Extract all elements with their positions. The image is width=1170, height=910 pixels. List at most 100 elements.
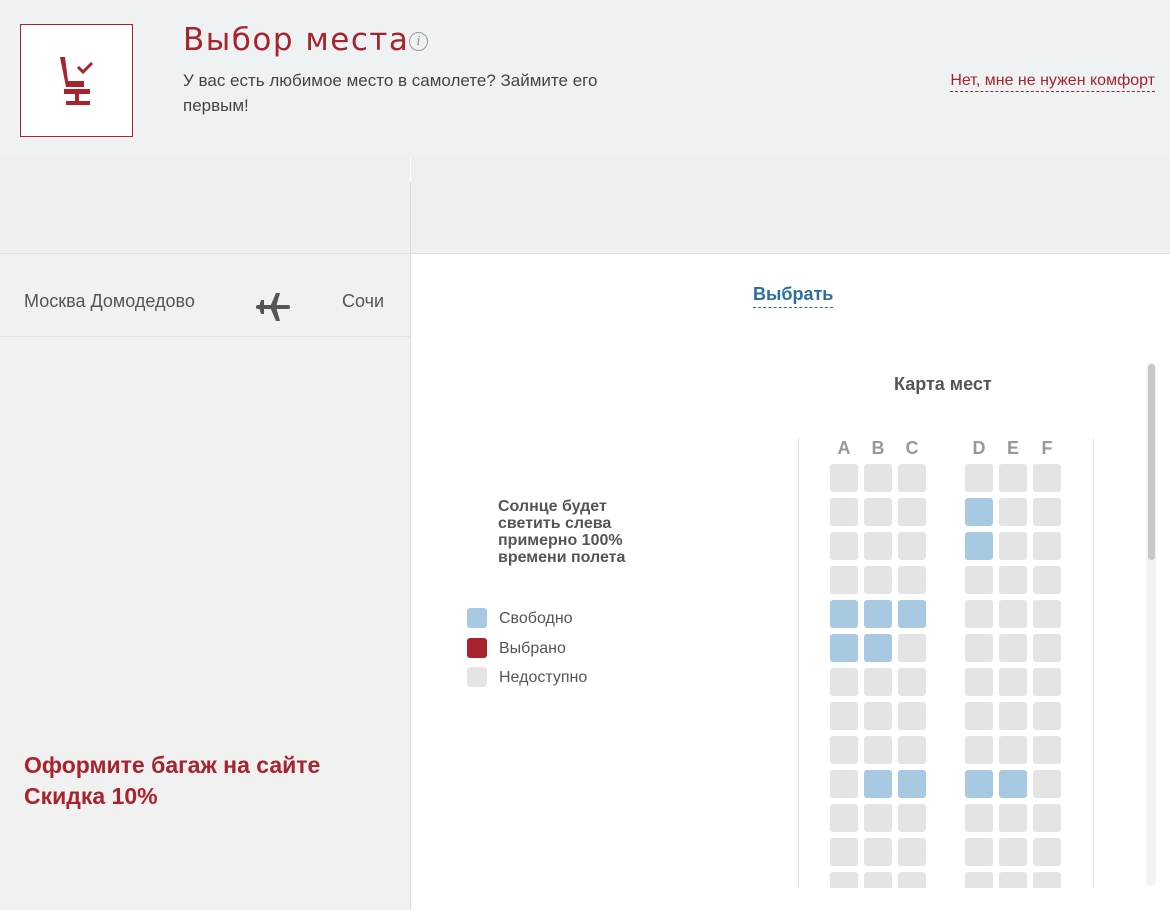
seat-3c — [898, 532, 926, 560]
seat-13f — [1033, 872, 1061, 888]
seat-8e — [999, 702, 1027, 730]
seat-2f — [1033, 498, 1061, 526]
legend-item-selected: Выбрано — [467, 638, 667, 660]
seat-7e — [999, 668, 1027, 696]
seat-4f — [1033, 566, 1061, 594]
seat-4e — [999, 566, 1027, 594]
seat-11c — [898, 804, 926, 832]
flight-route-row[interactable]: Москва Домодедово Сочи — [0, 255, 410, 337]
seat-4d — [965, 566, 993, 594]
plane-icon — [256, 293, 290, 321]
seat-1b — [864, 464, 892, 492]
seat-12e — [999, 838, 1027, 866]
seat-3a — [830, 532, 858, 560]
decline-comfort-link[interactable]: Нет, мне не нужен комфорт — [950, 72, 1155, 92]
seat-10c[interactable] — [898, 770, 926, 798]
seat-9a — [830, 736, 858, 764]
seat-1d — [965, 464, 993, 492]
seat-12d — [965, 838, 993, 866]
seat-3b — [864, 532, 892, 560]
seat-8f — [1033, 702, 1061, 730]
seat-10e[interactable] — [999, 770, 1027, 798]
seat-6b[interactable] — [864, 634, 892, 662]
seat-column-c: C — [905, 438, 919, 458]
seat-13c — [898, 872, 926, 888]
seat-1a — [830, 464, 858, 492]
seat-5b[interactable] — [864, 600, 892, 628]
seat-7a — [830, 668, 858, 696]
seat-6a[interactable] — [830, 634, 858, 662]
right-top-blank — [411, 158, 1170, 254]
seat-5f — [1033, 600, 1061, 628]
seat-8a — [830, 702, 858, 730]
seat-6e — [999, 634, 1027, 662]
seat-11d — [965, 804, 993, 832]
header-subtitle: У вас есть любимое место в самолете? Зай… — [183, 71, 598, 115]
seat-5c[interactable] — [898, 600, 926, 628]
page-header: Выбор места i У вас есть любимое место в… — [0, 0, 1170, 158]
seat-13d — [965, 872, 993, 888]
seat-4c — [898, 566, 926, 594]
seat-3e — [999, 532, 1027, 560]
seat-2a — [830, 498, 858, 526]
seat-column-d: D — [972, 438, 986, 458]
left-panel: Москва Домодедово Сочи Оформите багаж на… — [0, 158, 410, 910]
seat-7d — [965, 668, 993, 696]
seatmap-scrollbar-thumb[interactable] — [1148, 364, 1155, 560]
info-icon[interactable]: i — [409, 32, 428, 51]
seat-4b — [864, 566, 892, 594]
seat-column-e: E — [1006, 438, 1019, 458]
seat-2e — [999, 498, 1027, 526]
legend-swatch-unavailable — [467, 667, 487, 687]
seat-map: ABC DE F — [798, 438, 1094, 888]
seat-5a[interactable] — [830, 600, 858, 628]
seat-7c — [898, 668, 926, 696]
seat-column-b: B — [871, 438, 885, 458]
seat-3f — [1033, 532, 1061, 560]
seat-10a — [830, 770, 858, 798]
seat-11f — [1033, 804, 1061, 832]
header-icon-box — [20, 24, 133, 137]
seat-12f — [1033, 838, 1061, 866]
seat-column-a: A — [837, 438, 851, 458]
route-origin: Москва Домодедово — [24, 291, 195, 311]
seat-12a — [830, 838, 858, 866]
baggage-promo[interactable]: Оформите багаж на сайте Скидка 10% — [24, 750, 320, 812]
seat-2d[interactable] — [965, 498, 993, 526]
page-title: Выбор места — [183, 22, 410, 58]
seat-9d — [965, 736, 993, 764]
legend-label-unavailable: Недоступно — [499, 669, 588, 686]
seat-2c — [898, 498, 926, 526]
seat-1e — [999, 464, 1027, 492]
seat-1c — [898, 464, 926, 492]
seat-8d — [965, 702, 993, 730]
legend-item-free: Свободно — [467, 608, 667, 630]
seat-5d — [965, 600, 993, 628]
seat-8b — [864, 702, 892, 730]
promo-line-2: Скидка 10% — [24, 783, 158, 809]
select-seat-link[interactable]: Выбрать — [753, 284, 834, 308]
seat-2b — [864, 498, 892, 526]
seat-9e — [999, 736, 1027, 764]
seat-9c — [898, 736, 926, 764]
seat-10f — [1033, 770, 1061, 798]
seat-11e — [999, 804, 1027, 832]
seat-12b — [864, 838, 892, 866]
seat-12c — [898, 838, 926, 866]
sun-side-note: Солнце будет светить слева примерно 100%… — [498, 498, 626, 566]
legend-swatch-selected — [467, 638, 487, 658]
column-divider — [410, 182, 411, 910]
seat-9f — [1033, 736, 1061, 764]
seat-13a — [830, 872, 858, 888]
seat-13b — [864, 872, 892, 888]
seat-3d[interactable] — [965, 532, 993, 560]
seat-map-title: Карта мест — [894, 374, 992, 394]
seat-10b[interactable] — [864, 770, 892, 798]
seat-7f — [1033, 668, 1061, 696]
seat-5e — [999, 600, 1027, 628]
seat-7b — [864, 668, 892, 696]
legend-item-unavailable: Недоступно — [467, 667, 667, 689]
seat-13e — [999, 872, 1027, 888]
seat-11a — [830, 804, 858, 832]
seat-10d[interactable] — [965, 770, 993, 798]
